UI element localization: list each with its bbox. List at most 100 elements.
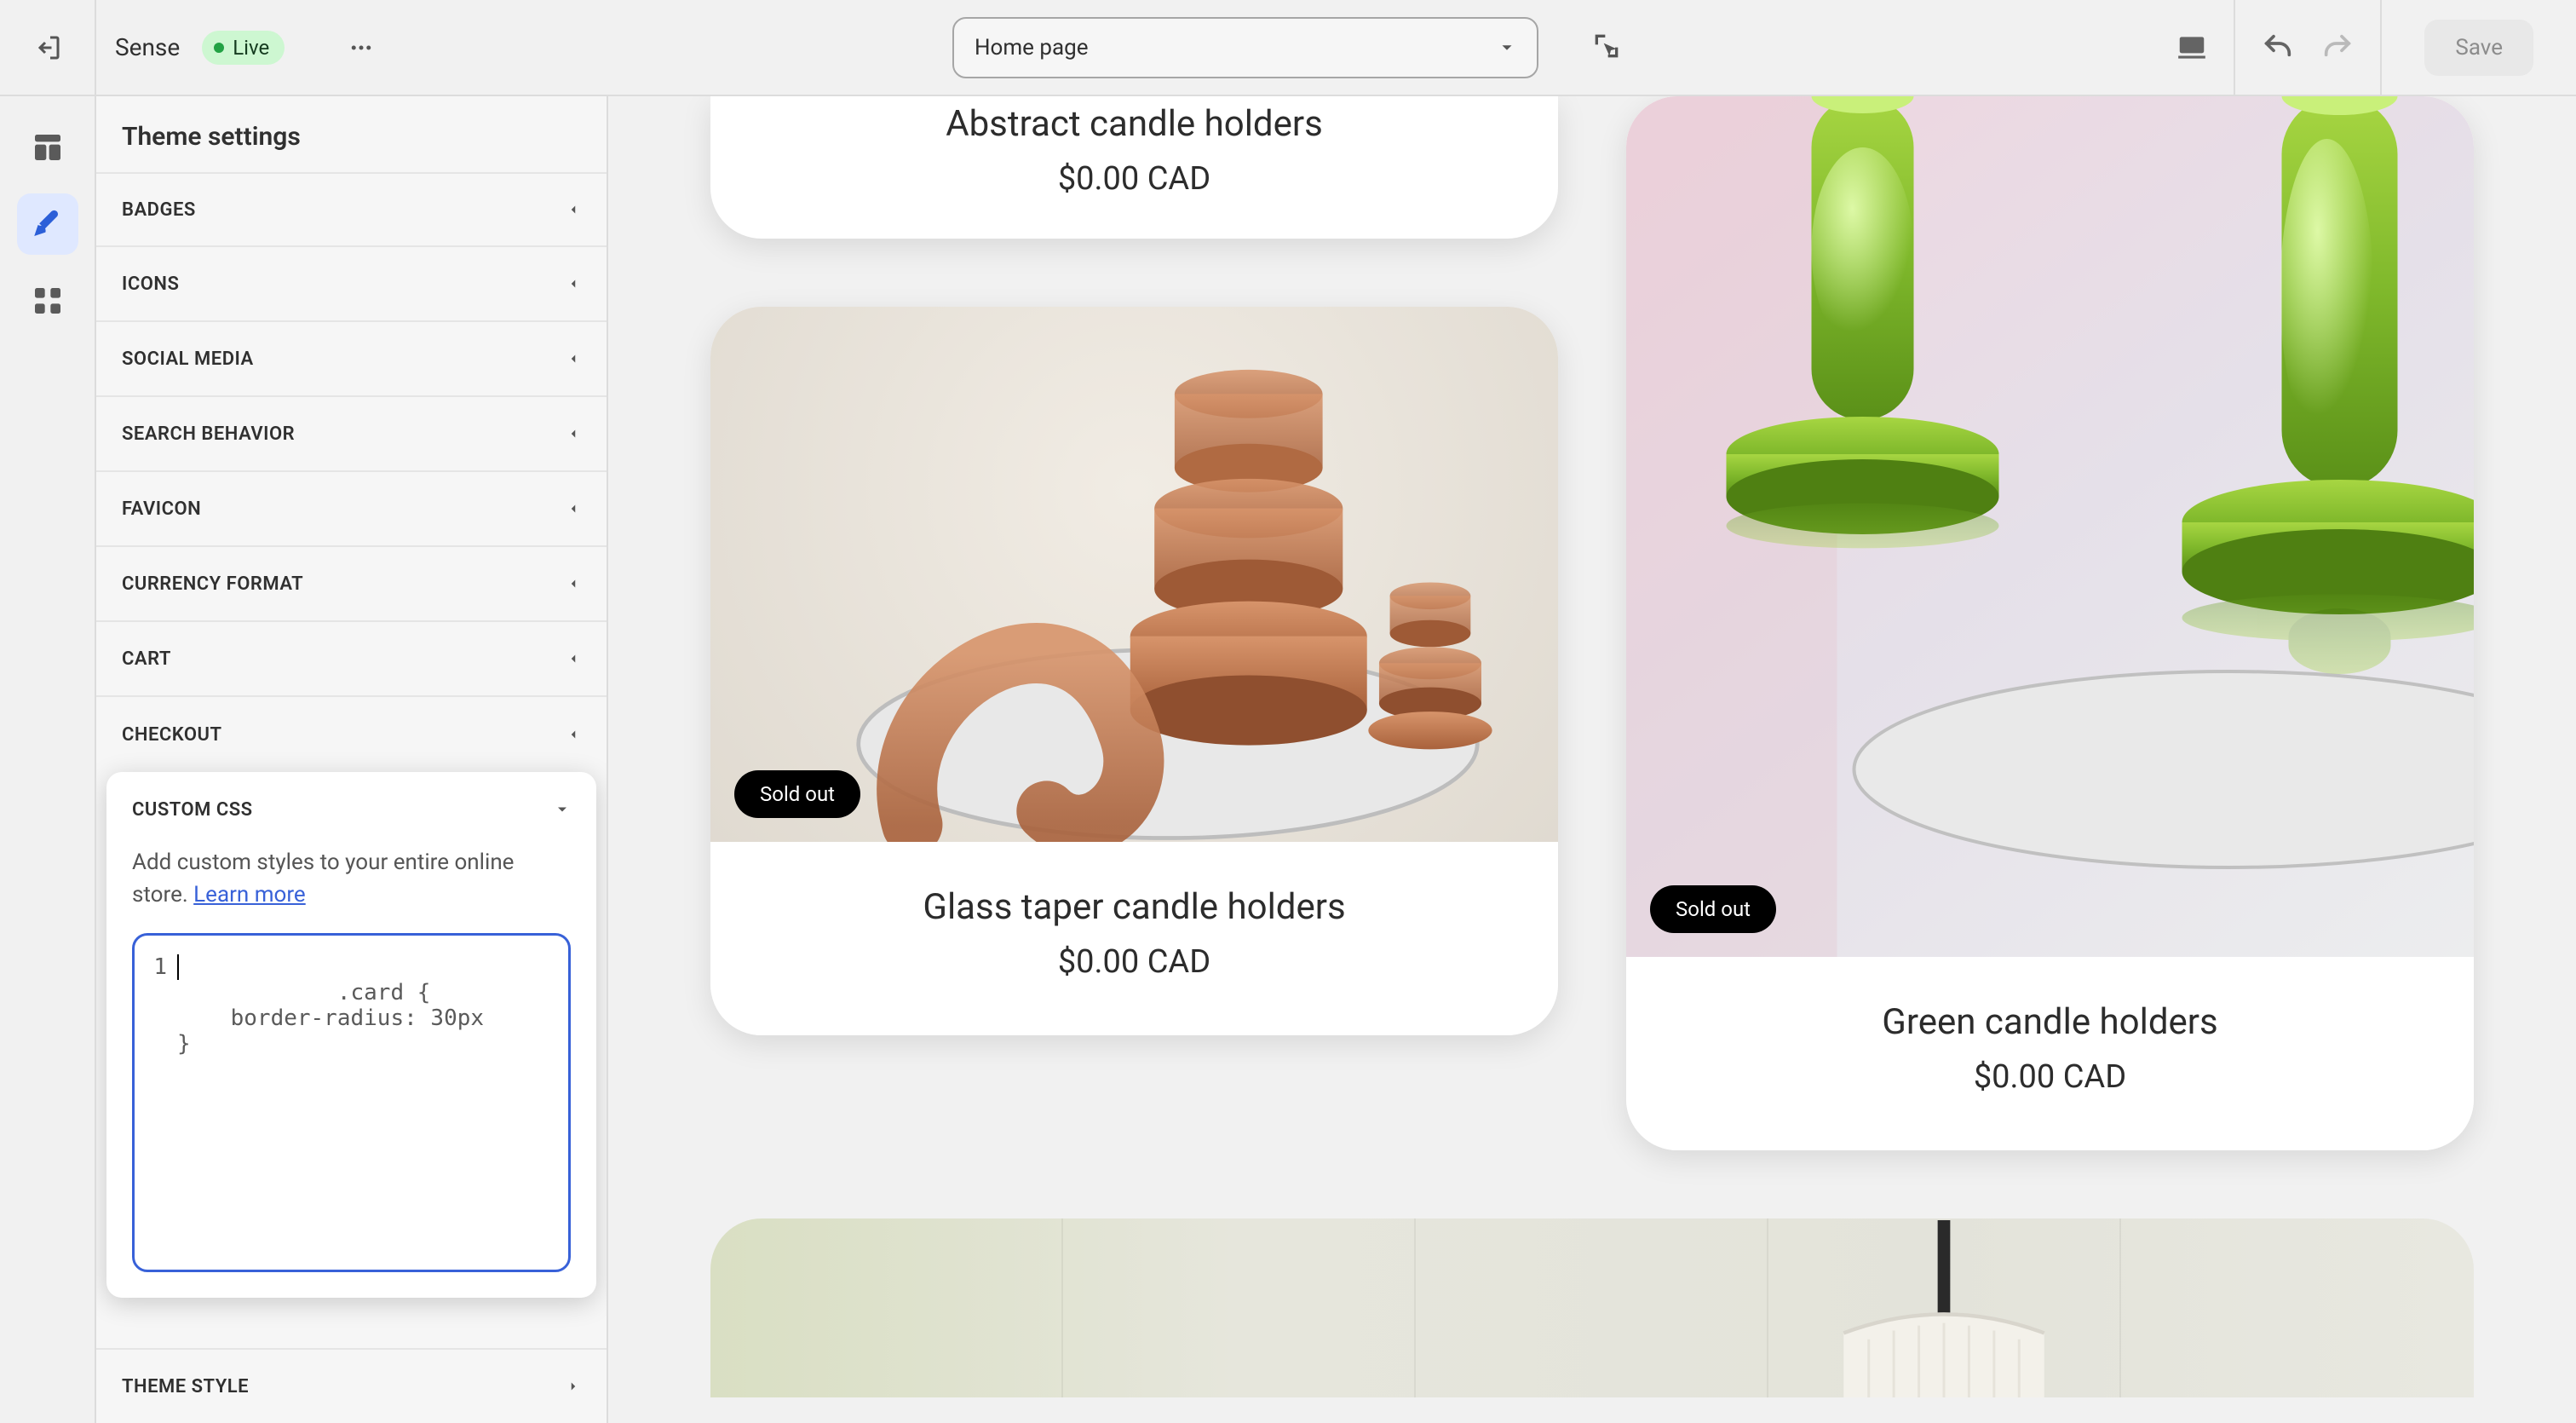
undo-button[interactable] <box>2261 31 2295 65</box>
main: Theme settings BADGES ICONS SOCIAL MEDIA… <box>0 96 2576 1423</box>
product-price: $0.00 CAD <box>710 943 1558 981</box>
caret-down-icon <box>1498 38 1516 57</box>
product-card-green[interactable]: Sold out Green candle holders $0.00 CAD <box>1626 96 2474 1150</box>
product-title: Glass taper candle holders <box>710 886 1558 928</box>
chevron-left-icon <box>566 727 581 742</box>
chevron-left-icon <box>566 426 581 441</box>
css-code-editor[interactable]: 1 .card { border-radius: 30px } <box>132 933 571 1272</box>
code-area[interactable]: .card { border-radius: 30px } <box>177 936 568 1270</box>
custom-css-help: Add custom styles to your entire online … <box>132 847 571 911</box>
accordion-custom-css[interactable]: CUSTOM CSS <box>106 772 596 847</box>
product-card-abstract[interactable]: Abstract candle holders $0.00 CAD <box>710 96 1558 239</box>
save-group: Save <box>2380 0 2559 95</box>
rail-theme-settings-button[interactable] <box>17 193 78 255</box>
accordion-label: FAVICON <box>122 498 201 520</box>
custom-css-body: Add custom styles to your entire online … <box>106 847 596 1298</box>
soldout-badge: Sold out <box>1650 885 1776 933</box>
accordion-label: BADGES <box>122 199 196 221</box>
custom-css-panel: CUSTOM CSS Add custom styles to your ent… <box>106 772 596 1298</box>
desktop-icon <box>2176 32 2208 64</box>
soldout-badge: Sold out <box>734 770 860 818</box>
product-title: Green candle holders <box>1626 1001 2474 1043</box>
accordion-theme-style[interactable]: THEME STYLE <box>96 1348 607 1423</box>
sections-icon <box>31 130 65 164</box>
preview-canvas: Abstract candle holders $0.00 CAD <box>608 96 2576 1423</box>
accordion-search-behavior[interactable]: SEARCH BEHAVIOR <box>96 397 607 472</box>
chevron-right-icon <box>566 1379 581 1394</box>
learn-more-link[interactable]: Learn more <box>193 882 306 907</box>
undo-redo-group <box>2234 0 2380 95</box>
undo-icon <box>2261 31 2295 65</box>
rail-apps-button[interactable] <box>17 270 78 331</box>
accordion-label: CURRENCY FORMAT <box>122 573 303 595</box>
accordion-cart[interactable]: CART <box>96 622 607 697</box>
live-badge: Live <box>202 31 285 65</box>
rail-sections-button[interactable] <box>17 117 78 178</box>
chevron-left-icon <box>566 651 581 666</box>
preview-scroll[interactable]: Abstract candle holders $0.00 CAD <box>634 96 2550 1397</box>
live-indicator-dot <box>214 43 224 53</box>
redo-button[interactable] <box>2320 31 2355 65</box>
more-actions-button[interactable] <box>336 22 387 73</box>
card-body: Green candle holders $0.00 CAD <box>1626 957 2474 1150</box>
accordion-label: CART <box>122 648 171 670</box>
accordion-icons[interactable]: ICONS <box>96 247 607 322</box>
wide-cell <box>710 1218 1063 1397</box>
chevron-left-icon <box>566 501 581 516</box>
decor-svg <box>710 1218 1061 1397</box>
product-image-green: Sold out <box>1626 96 2474 957</box>
grid-col-1: Abstract candle holders $0.00 CAD <box>710 96 1558 1150</box>
live-text: Live <box>233 36 269 60</box>
exit-icon <box>32 32 63 63</box>
dots-horizontal-icon <box>348 35 374 60</box>
topbar-center: Home page <box>952 17 1624 78</box>
exit-button[interactable] <box>0 0 96 95</box>
help-text-pre: Add custom styles to <box>132 850 345 875</box>
store-name: Sense <box>115 33 180 61</box>
inspector-button[interactable] <box>1590 29 1624 66</box>
accordion-label: ICONS <box>122 274 179 295</box>
page-selector-label: Home page <box>975 35 1089 60</box>
product-price: $0.00 CAD <box>1626 1058 2474 1096</box>
topbar-right: Save <box>2150 0 2559 95</box>
desktop-view-button[interactable] <box>2176 32 2208 64</box>
left-rail <box>0 96 96 1423</box>
decor-svg <box>1768 1218 2119 1397</box>
accordion-favicon[interactable]: FAVICON <box>96 472 607 547</box>
chevron-left-icon <box>566 202 581 217</box>
text-cursor <box>177 954 179 980</box>
accordion-currency-format[interactable]: CURRENCY FORMAT <box>96 547 607 622</box>
wide-cell <box>2121 1218 2474 1397</box>
chevron-left-icon <box>566 576 581 591</box>
wide-cell <box>1416 1218 1768 1397</box>
sidebar-title: Theme settings <box>96 96 607 172</box>
inspector-icon <box>1590 29 1624 63</box>
wide-cell <box>1063 1218 1416 1397</box>
sidebar: Theme settings BADGES ICONS SOCIAL MEDIA… <box>96 96 608 1423</box>
grid-col-2: Sold out Green candle holders $0.00 CAD <box>1626 96 2474 1150</box>
wide-bottom-section[interactable] <box>710 1218 2474 1397</box>
accordion-label: SEARCH BEHAVIOR <box>122 423 295 445</box>
accordion-social-media[interactable]: SOCIAL MEDIA <box>96 322 607 397</box>
accordion-label: CUSTOM CSS <box>132 799 253 821</box>
code-content: .card { border-radius: 30px } <box>177 980 484 1057</box>
product-image-svg <box>1626 96 2474 957</box>
apps-icon <box>31 284 65 318</box>
card-body: Glass taper candle holders $0.00 CAD <box>710 842 1558 1035</box>
product-image-svg <box>710 307 1558 842</box>
accordion-label: SOCIAL MEDIA <box>122 349 254 370</box>
page-selector[interactable]: Home page <box>952 17 1538 78</box>
save-button[interactable]: Save <box>2424 20 2533 76</box>
paintbrush-icon <box>30 206 66 242</box>
topbar-left: Sense Live <box>0 0 387 95</box>
redo-icon <box>2320 31 2355 65</box>
product-card-glass[interactable]: Sold out Glass taper candle holders $0.0… <box>710 307 1558 1035</box>
chevron-left-icon <box>566 351 581 366</box>
accordion-checkout[interactable]: CHECKOUT <box>96 697 607 772</box>
product-price: $0.00 CAD <box>710 160 1558 198</box>
accordion-badges[interactable]: BADGES <box>96 172 607 247</box>
code-gutter: 1 <box>135 936 177 1270</box>
top-bar: Sense Live Home page <box>0 0 2576 96</box>
chevron-left-icon <box>566 276 581 291</box>
product-image-glass: Sold out <box>710 307 1558 842</box>
